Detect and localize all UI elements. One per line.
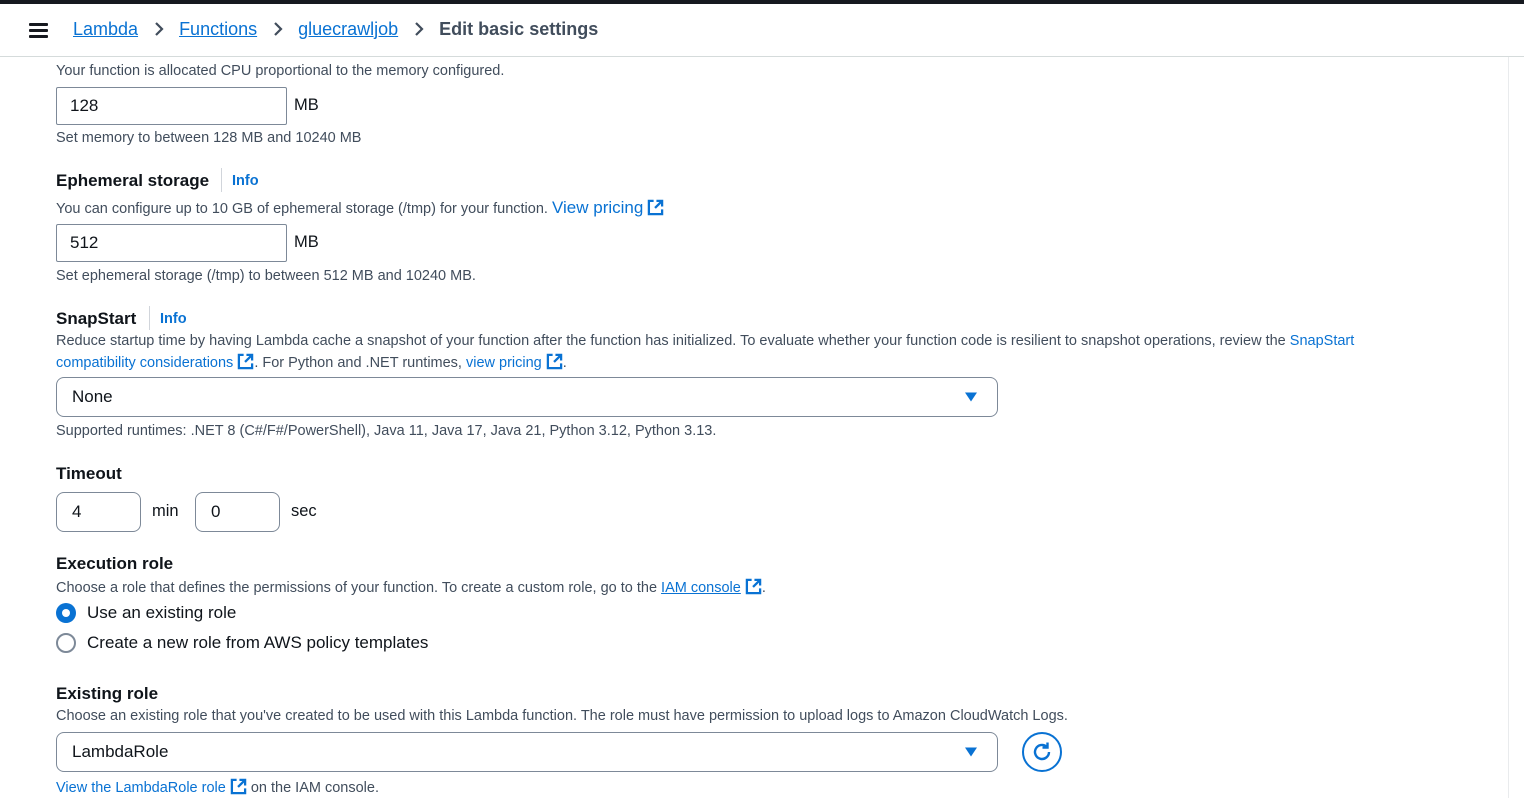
timeout-sec-unit: sec (291, 502, 317, 520)
chevron-right-icon (272, 21, 284, 37)
snapstart-description-line2: compatibility considerations . For Python… (56, 353, 567, 371)
memory-constraint: Set memory to between 128 MB and 10240 M… (56, 130, 362, 146)
execution-role-label: Execution role (56, 554, 174, 573)
execution-role-description: Choose a role that defines the permissio… (56, 578, 766, 596)
info-divider (149, 306, 150, 330)
timeout-minutes-input[interactable]: 4 (56, 492, 141, 532)
caret-down-icon (965, 392, 977, 402)
snapstart-info-link[interactable]: Info (160, 311, 187, 327)
existing-role-description: Choose an existing role that you've crea… (56, 708, 1068, 724)
view-lambdarole-text[interactable]: View the LambdaRole role (56, 780, 226, 796)
view-pricing-link[interactable]: View pricing (552, 198, 664, 217)
ephemeral-storage-input[interactable]: 512 (56, 224, 287, 262)
settings-form: Your function is allocated CPU proportio… (0, 57, 1508, 798)
execution-role-description-text: Choose a role that defines the permissio… (56, 580, 658, 596)
radio-label-templates: Create a new role from AWS policy templa… (87, 633, 429, 652)
iam-console-link[interactable]: IAM console (661, 580, 741, 596)
chevron-right-icon (413, 21, 425, 37)
chevron-right-icon (153, 21, 165, 37)
snapstart-supported-runtimes: Supported runtimes: .NET 8 (C#/F#/PowerS… (56, 423, 717, 439)
snapstart-compat-link-cont[interactable]: compatibility considerations (56, 355, 254, 371)
caret-down-icon (965, 747, 977, 757)
external-link-icon (647, 199, 664, 216)
existing-role-select[interactable]: LambdaRole (56, 732, 998, 772)
radio-label-existing: Use an existing role (87, 603, 237, 622)
compat-considerations-text[interactable]: compatibility considerations (56, 355, 233, 371)
external-link-icon (237, 353, 254, 370)
radio-icon[interactable] (56, 603, 76, 623)
snapstart-select[interactable]: None (56, 377, 998, 417)
existing-role-label: Existing role (56, 684, 159, 703)
view-pricing-text[interactable]: View pricing (552, 198, 643, 217)
existing-role-selected-value: LambdaRole (72, 742, 169, 761)
ephemeral-storage-label: Ephemeral storage (56, 171, 210, 190)
snapstart-selected-value: None (72, 387, 113, 406)
refresh-button[interactable] (1022, 732, 1062, 772)
snapstart-compat-link[interactable]: SnapStart (1290, 333, 1355, 349)
radio-use-existing-role[interactable]: Use an existing role (56, 603, 236, 623)
view-role-line: View the LambdaRole role on the IAM cons… (56, 778, 379, 796)
ephemeral-constraint: Set ephemeral storage (/tmp) to between … (56, 268, 476, 284)
external-link-icon (546, 353, 563, 370)
snapstart-label: SnapStart (56, 309, 137, 328)
ephemeral-description-text: You can configure up to 10 GB of ephemer… (56, 201, 548, 217)
radio-icon[interactable] (56, 633, 76, 653)
timeout-min-unit: min (152, 502, 179, 520)
view-lambdarole-link[interactable]: View the LambdaRole role (56, 780, 247, 796)
snapstart-description-text: Reduce startup time by having Lambda cac… (56, 333, 1286, 349)
view-pricing-text[interactable]: view pricing (466, 355, 542, 371)
breadcrumb-function-name[interactable]: gluecrawljob (298, 19, 398, 40)
period-text: . (761, 580, 766, 596)
iam-console-text[interactable]: IAM console (661, 580, 741, 596)
ephemeral-description: You can configure up to 10 GB of ephemer… (56, 198, 664, 218)
memory-unit: MB (294, 96, 319, 114)
timeout-label: Timeout (56, 464, 122, 483)
ephemeral-unit: MB (294, 233, 319, 251)
snapstart-view-pricing-link[interactable]: view pricing (466, 355, 563, 371)
breadcrumb-lambda[interactable]: Lambda (73, 19, 138, 40)
refresh-icon (1033, 742, 1051, 761)
snapstart-description-line1: Reduce startup time by having Lambda cac… (56, 333, 1354, 349)
breadcrumb-functions[interactable]: Functions (179, 19, 257, 40)
memory-input[interactable]: 128 (56, 87, 287, 125)
snapstart-runtime-text: . For Python and .NET runtimes, (254, 355, 462, 371)
external-link-icon (230, 778, 247, 795)
ephemeral-info-link[interactable]: Info (232, 173, 259, 189)
period-text: . (562, 355, 567, 371)
memory-description: Your function is allocated CPU proportio… (56, 63, 505, 79)
header-bar: Lambda Functions gluecrawljob Edit basic… (0, 4, 1524, 57)
breadcrumb: Lambda Functions gluecrawljob Edit basic… (73, 17, 598, 41)
view-role-suffix: on the IAM console. (250, 780, 380, 796)
radio-create-from-templates[interactable]: Create a new role from AWS policy templa… (56, 633, 428, 653)
info-divider (221, 168, 222, 192)
timeout-seconds-input[interactable]: 0 (195, 492, 280, 532)
menu-icon[interactable] (29, 22, 49, 38)
scrollbar[interactable] (1508, 57, 1524, 798)
breadcrumb-current: Edit basic settings (439, 18, 599, 39)
external-link-icon (745, 578, 762, 595)
